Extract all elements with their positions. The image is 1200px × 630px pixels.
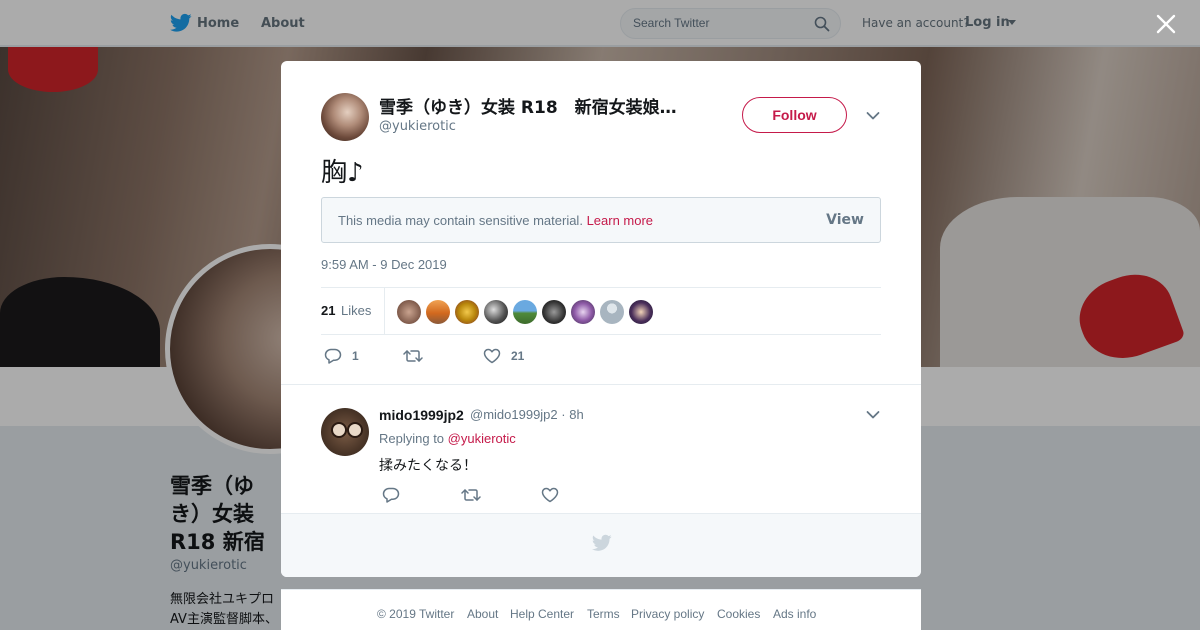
- tweet-author-name[interactable]: 雪季（ゆき）女装 R18 新宿女装娘…: [379, 93, 699, 118]
- liker-avatar[interactable]: [484, 300, 508, 324]
- replying-to-label: Replying to: [379, 431, 445, 446]
- liker-avatar[interactable]: [455, 300, 479, 324]
- reply-author-meta: @mido1999jp2 · 8h: [470, 407, 584, 422]
- tweet-actions: 1 21: [321, 347, 621, 367]
- reply-icon: [324, 348, 342, 364]
- reply-icon[interactable]: [382, 487, 400, 503]
- likes-count[interactable]: 21: [321, 303, 335, 318]
- page-footer: © 2019 Twitter About Help Center Terms P…: [281, 589, 921, 630]
- reply-count: 1: [352, 349, 359, 363]
- retweet-button[interactable]: [403, 347, 443, 365]
- footer-link-ads-info[interactable]: Ads info: [773, 607, 816, 621]
- close-icon[interactable]: [1155, 13, 1177, 35]
- tweet-author-avatar[interactable]: [321, 93, 369, 141]
- twitter-bird-icon: [592, 534, 612, 551]
- reply-author-handle[interactable]: @mido1999jp2: [470, 407, 558, 422]
- tweet-timestamp[interactable]: 9:59 AM - 9 Dec 2019: [321, 257, 447, 272]
- liker-avatar[interactable]: [629, 300, 653, 324]
- liker-avatar[interactable]: [600, 300, 624, 324]
- reply-author-avatar[interactable]: [321, 408, 369, 456]
- liker-avatar[interactable]: [397, 300, 421, 324]
- replying-to-line: Replying to @yukierotic: [379, 431, 516, 446]
- footer-link-terms[interactable]: Terms: [587, 607, 620, 621]
- like-button[interactable]: 21: [483, 347, 543, 365]
- tweet-stats: 21 Likes: [321, 287, 881, 335]
- sensitive-media-text: This media may contain sensitive materia…: [338, 213, 583, 228]
- liker-avatar[interactable]: [542, 300, 566, 324]
- footer-copyright: © 2019 Twitter: [377, 607, 455, 621]
- likes-label[interactable]: Likes: [341, 303, 371, 318]
- heart-icon: [483, 348, 501, 364]
- reply-time[interactable]: 8h: [569, 407, 583, 422]
- learn-more-link[interactable]: Learn more: [587, 213, 653, 228]
- footer-link-help-center[interactable]: Help Center: [510, 607, 574, 621]
- footer-link-cookies[interactable]: Cookies: [717, 607, 760, 621]
- follow-button[interactable]: Follow: [742, 97, 847, 133]
- footer-link-privacy-policy[interactable]: Privacy policy: [631, 607, 704, 621]
- like-count: 21: [511, 349, 525, 363]
- retweet-icon[interactable]: [461, 487, 481, 503]
- retweet-icon: [403, 350, 423, 362]
- sensitive-media-message: This media may contain sensitive materia…: [338, 213, 653, 228]
- liker-avatar[interactable]: [571, 300, 595, 324]
- reply-button[interactable]: 1: [324, 347, 364, 365]
- liker-avatar[interactable]: [426, 300, 450, 324]
- replying-to-handle-link[interactable]: @yukierotic: [448, 431, 516, 446]
- chevron-down-icon[interactable]: [866, 410, 880, 420]
- reply-divider: [281, 384, 921, 385]
- tweet-permalink-modal: 雪季（ゆき）女装 R18 新宿女装娘… @yukierotic Follow 胸…: [281, 61, 921, 577]
- modal-footer: [281, 513, 921, 577]
- heart-icon[interactable]: [541, 487, 559, 503]
- liker-avatar[interactable]: [513, 300, 537, 324]
- view-media-button[interactable]: View: [826, 212, 864, 228]
- chevron-down-icon[interactable]: [866, 111, 880, 121]
- stats-divider: [384, 288, 385, 334]
- tweet-author-handle[interactable]: @yukierotic: [379, 119, 456, 134]
- sensitive-media-notice: This media may contain sensitive materia…: [321, 197, 881, 243]
- tweet-text: 胸♪: [321, 158, 364, 188]
- reply-author-name[interactable]: mido1999jp2: [379, 407, 464, 423]
- reply-text: 揉みたくなる！: [379, 458, 477, 474]
- footer-link-about[interactable]: About: [467, 607, 498, 621]
